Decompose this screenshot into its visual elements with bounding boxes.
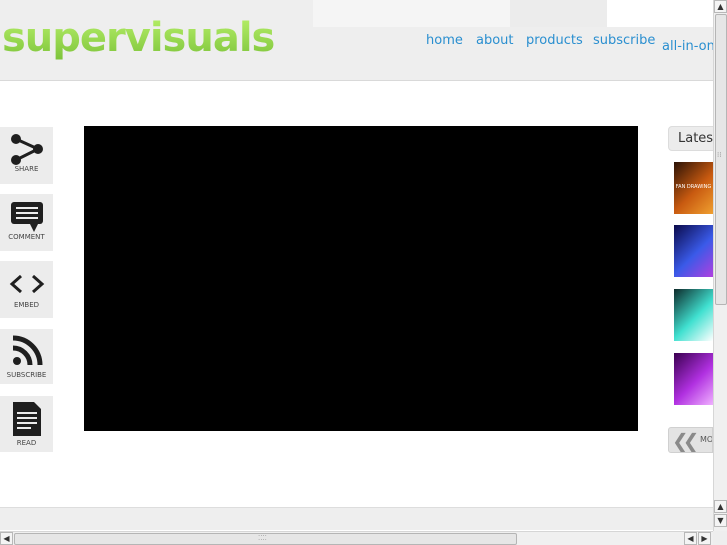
embed-label: EMBED bbox=[13, 301, 40, 309]
document-icon bbox=[12, 402, 41, 436]
latest-thumbnail[interactable] bbox=[674, 289, 713, 341]
share-label: SHARE bbox=[14, 165, 39, 173]
vertical-scroll-thumb[interactable]: ⁞⁞ bbox=[715, 14, 727, 305]
scroll-up-arrow-icon[interactable]: ▲ bbox=[714, 500, 727, 513]
read-button[interactable]: READ bbox=[0, 396, 53, 452]
nav-subscribe[interactable]: subscribe bbox=[593, 33, 655, 48]
footer-band bbox=[0, 507, 713, 530]
subscribe-button[interactable]: SUBSCRIBE bbox=[0, 329, 53, 384]
page: supervisuals home about products subscri… bbox=[0, 0, 727, 545]
rss-icon bbox=[12, 335, 42, 366]
scrollbar-corner bbox=[713, 531, 727, 545]
embed-icon bbox=[9, 274, 44, 294]
nav-about[interactable]: about bbox=[476, 33, 514, 48]
comment-icon bbox=[10, 202, 43, 232]
grip-icon: ⁞⁞ bbox=[717, 151, 722, 159]
scroll-left-arrow-icon[interactable]: ◀ bbox=[684, 532, 697, 545]
nav-products[interactable]: products bbox=[526, 33, 583, 48]
more-button[interactable]: ❮❮ MO bbox=[668, 427, 713, 453]
share-icon bbox=[10, 134, 43, 165]
horizontal-scrollbar[interactable]: ◀ ⁚⁚⁚⁚ ◀ ▶ bbox=[0, 531, 713, 545]
vertical-scrollbar[interactable]: ▲ ⁞⁞ ▲ ▼ bbox=[713, 0, 727, 531]
latest-thumbnail[interactable] bbox=[674, 353, 713, 405]
scroll-up-arrow-icon[interactable]: ▲ bbox=[714, 0, 727, 13]
nav-home[interactable]: home bbox=[426, 33, 463, 48]
double-chevron-left-icon: ❮❮ bbox=[672, 429, 699, 453]
scroll-right-arrow-icon[interactable]: ▶ bbox=[698, 532, 711, 545]
grip-icon: ⁚⁚⁚⁚ bbox=[258, 534, 267, 542]
thumbnail-caption: FAN DRAWING bbox=[675, 184, 712, 190]
comment-label: COMMENT bbox=[8, 233, 45, 241]
top-strip-segment bbox=[313, 0, 510, 27]
latest-tab[interactable]: Latest bbox=[668, 126, 718, 151]
top-strip-segment bbox=[607, 0, 713, 27]
latest-thumbnail[interactable] bbox=[674, 225, 713, 277]
read-label: READ bbox=[16, 439, 37, 447]
scroll-left-arrow-icon[interactable]: ◀ bbox=[0, 532, 13, 545]
more-label: MO bbox=[700, 435, 713, 444]
embed-button[interactable]: EMBED bbox=[0, 261, 53, 318]
site-logo[interactable]: supervisuals bbox=[2, 15, 275, 61]
latest-thumbnail[interactable]: FAN DRAWING bbox=[674, 162, 713, 214]
comment-button[interactable]: COMMENT bbox=[0, 194, 53, 251]
scroll-down-arrow-icon[interactable]: ▼ bbox=[714, 514, 727, 527]
site-header: supervisuals home about products subscri… bbox=[0, 15, 723, 81]
share-button[interactable]: SHARE bbox=[0, 127, 53, 184]
subscribe-label: SUBSCRIBE bbox=[6, 371, 47, 379]
video-player[interactable] bbox=[84, 126, 638, 431]
top-strip-segment bbox=[510, 0, 607, 27]
horizontal-scroll-thumb[interactable]: ⁚⁚⁚⁚ bbox=[14, 533, 517, 545]
